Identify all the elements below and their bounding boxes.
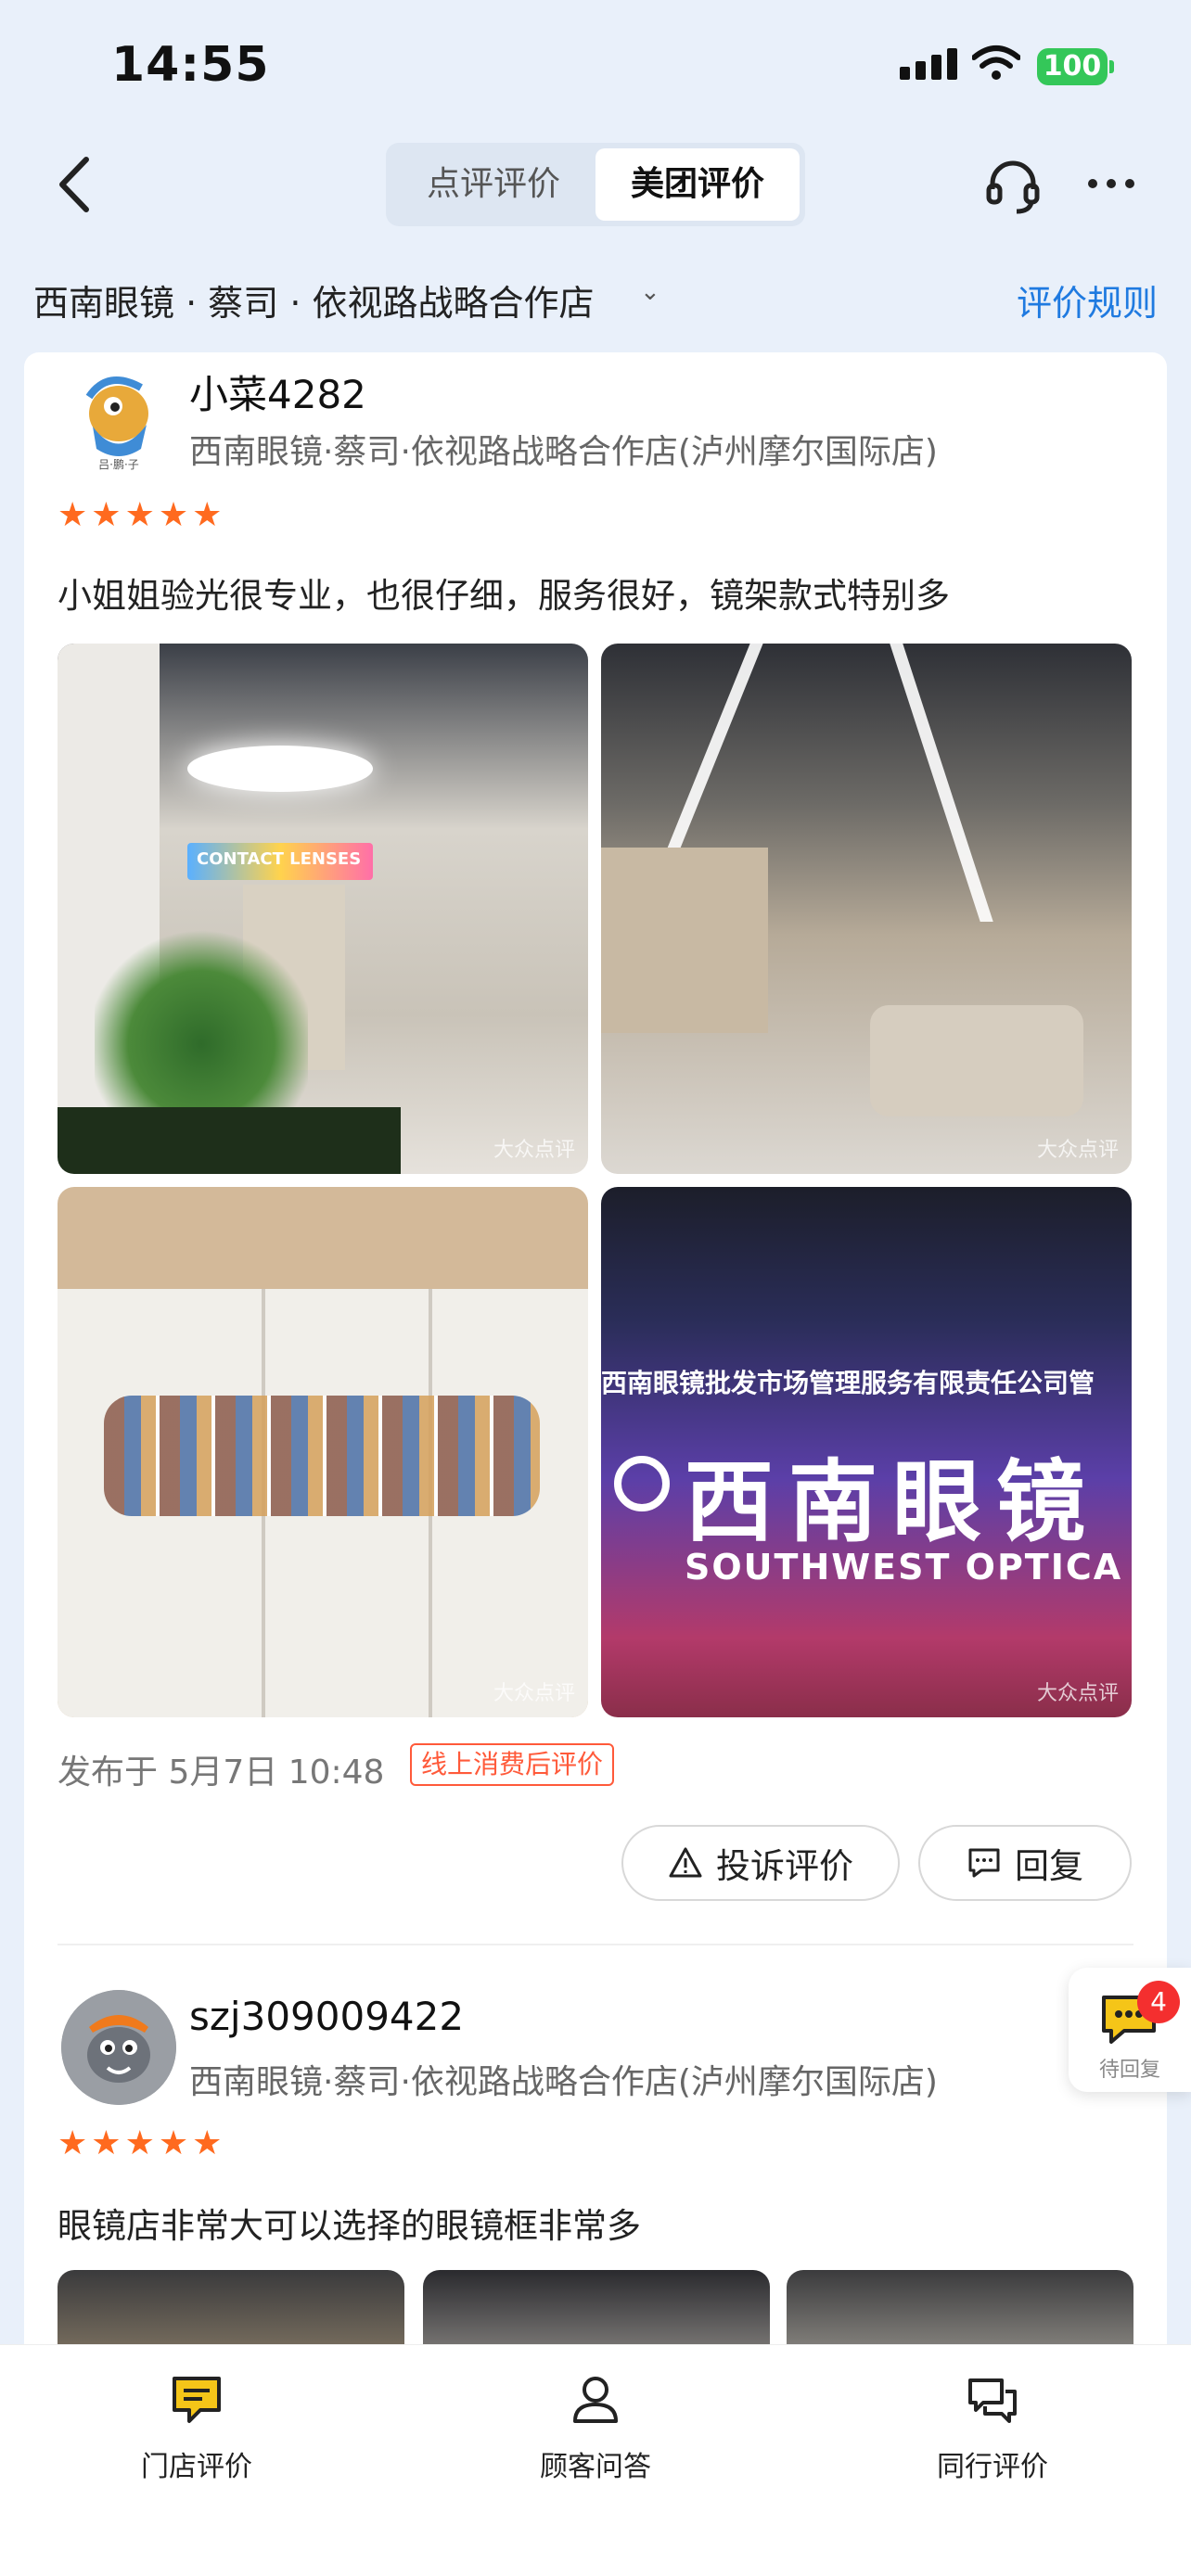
avatar-caption: 吕·鹏·子 <box>98 458 139 471</box>
reviewer-name[interactable]: 小菜4282 <box>189 363 366 420</box>
reviewer-name[interactable]: szj309009422 <box>189 1994 464 2039</box>
avatar[interactable]: 吕·鹏·子 <box>61 360 176 475</box>
warning-icon <box>669 1847 702 1878</box>
review-text: 小姐姐验光很专业，也很仔细，服务很好，镜架款式特别多 <box>58 576 950 616</box>
star-icon: ★ <box>158 2124 189 2162</box>
review-list: 吕·鹏·子 小菜4282 西南眼镜·蔡司·依视路战略合作店(泸州摩尔国际店) ★… <box>24 352 1167 2576</box>
review-tag: 线上消费后评价 <box>410 1743 615 1786</box>
reply-label: 回复 <box>1015 1846 1083 1886</box>
review-photo[interactable]: 大众点评 <box>58 1187 588 1717</box>
pending-count-badge: 4 <box>1137 1981 1180 2023</box>
nav-bar: 点评评价 美团评价 <box>0 139 1191 232</box>
chevron-down-icon: ⌄ <box>640 278 660 306</box>
star-icon: ★ <box>158 496 189 534</box>
review-text: 眼镜店非常大可以选择的眼镜框非常多 <box>58 2206 641 2246</box>
star-icon: ★ <box>192 496 223 534</box>
star-rating: ★ ★ ★ ★ ★ <box>58 2127 222 2161</box>
star-rating: ★ ★ ★ ★ ★ <box>58 499 222 532</box>
reply-button[interactable]: 回复 <box>918 1825 1132 1901</box>
review-icon <box>173 2377 221 2423</box>
complain-label: 投诉评价 <box>716 1846 853 1886</box>
publish-time: 发布于 5月7日 10:48 <box>58 1753 385 1792</box>
review-shop-name: 西南眼镜·蔡司·依视路战略合作店(泸州摩尔国际店) <box>189 2063 938 2101</box>
tab-meituan-reviews[interactable]: 美团评价 <box>596 148 800 221</box>
star-icon: ★ <box>124 496 155 534</box>
tab-label: 顾客问答 <box>540 2451 651 2483</box>
shop-selector[interactable]: 西南眼镜 · 蔡司 · 依视路战略合作店 ⌄ 评价规则 <box>0 269 1191 334</box>
review-divider <box>58 1944 1133 1945</box>
bottom-tab-bar: 门店评价 顾客问答 同行评价 <box>0 2344 1191 2576</box>
watermark: 大众点评 <box>493 1139 575 1162</box>
photo-brand-cn: 西南眼镜 <box>685 1450 1100 1554</box>
tab-dianping-reviews[interactable]: 点评评价 <box>391 148 596 221</box>
tab-customer-qa[interactable]: 顾客问答 <box>484 2373 707 2484</box>
shop-name: 西南眼镜 · 蔡司 · 依视路战略合作店 <box>33 283 595 324</box>
star-icon: ★ <box>58 496 88 534</box>
review-shop-name: 西南眼镜·蔡司·依视路战略合作店(泸州摩尔国际店) <box>189 433 938 471</box>
status-time: 14:55 <box>111 37 270 93</box>
chat-icon <box>968 2378 1017 2423</box>
wifi-icon <box>972 45 1020 80</box>
review-photo[interactable]: 西南眼镜批发市场管理服务有限责任公司管 西南眼镜 SOUTHWEST OPTIC… <box>601 1187 1132 1717</box>
star-icon: ★ <box>91 496 122 534</box>
person-icon <box>573 2377 618 2423</box>
avatar[interactable] <box>61 1990 176 2105</box>
photo-brand-en: SOUTHWEST OPTICA <box>685 1547 1123 1588</box>
battery-indicator: 100 <box>1037 48 1114 85</box>
pending-reply-label: 待回复 <box>1098 2059 1160 2082</box>
complain-button[interactable]: 投诉评价 <box>621 1825 900 1901</box>
tab-peer-reviews[interactable]: 同行评价 <box>881 2373 1104 2484</box>
review-photo[interactable]: 大众点评 <box>601 644 1132 1174</box>
star-icon: ★ <box>91 2124 122 2162</box>
tab-label: 门店评价 <box>141 2451 252 2483</box>
watermark: 大众点评 <box>1036 1139 1119 1162</box>
review-source-tabs: 点评评价 美团评价 <box>386 143 805 226</box>
star-icon: ★ <box>58 2124 88 2162</box>
signal-icon <box>900 48 957 80</box>
review-photo[interactable]: CONTACT LENSES 大众点评 <box>58 644 588 1174</box>
photo-sign-text: 西南眼镜批发市场管理服务有限责任公司管 <box>601 1368 1095 1398</box>
customer-service-icon[interactable] <box>983 156 1043 215</box>
tab-store-reviews[interactable]: 门店评价 <box>85 2373 308 2484</box>
star-icon: ★ <box>124 2124 155 2162</box>
back-icon[interactable] <box>51 152 107 217</box>
user-avatar-icon <box>61 1990 176 2105</box>
watermark: 大众点评 <box>493 1682 575 1705</box>
tab-label: 同行评价 <box>937 2451 1048 2483</box>
star-icon: ★ <box>192 2124 223 2162</box>
watermark: 大众点评 <box>1036 1682 1119 1705</box>
status-bar: 14:55 100 <box>0 0 1191 130</box>
pending-reply-float[interactable]: 4 待回复 <box>1069 1968 1191 2092</box>
photo-sign-text: CONTACT LENSES <box>197 849 362 869</box>
comment-icon <box>968 1848 1000 1878</box>
more-icon[interactable] <box>1085 172 1137 195</box>
review-rules-link[interactable]: 评价规则 <box>1017 274 1158 325</box>
